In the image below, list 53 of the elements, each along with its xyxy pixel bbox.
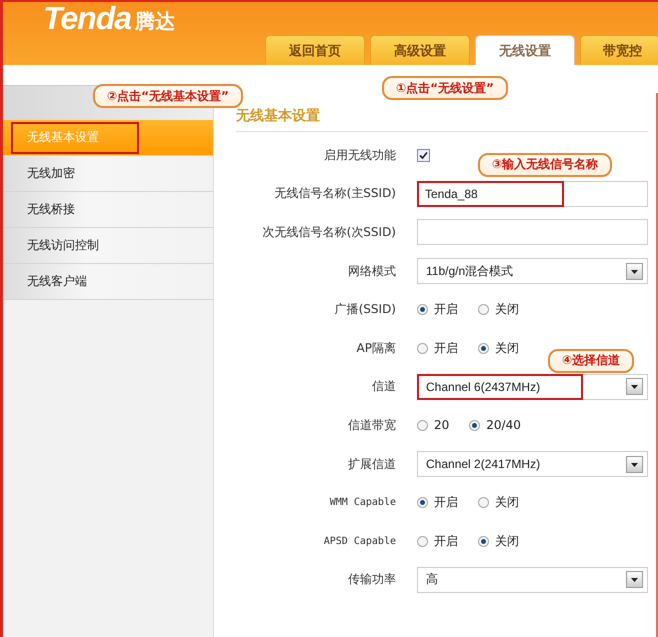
radio-label: 开启 [434,494,458,512]
field-label: 启用无线功能 [323,146,396,164]
radio-option[interactable]: 开启 [417,532,458,550]
radio-label: 20/40 [486,418,521,432]
text-field[interactable]: Tenda_88 [417,180,648,207]
field-label: 传输功率 [347,571,396,588]
radio-label: 开启 [434,301,458,318]
sidebar-item[interactable]: 无线客户端 [3,264,213,300]
radio-option[interactable]: 关闭 [478,301,519,318]
sidebar-item[interactable]: 无线桥接 [3,192,213,228]
brand-name: 腾达 [135,8,176,35]
field-label: 扩展信道 [347,456,396,473]
radio-option[interactable]: 开启 [417,340,458,357]
text-field[interactable] [417,219,648,246]
sidebar-item[interactable]: 无线访问控制 [3,228,213,264]
radio-label: 关闭 [495,494,519,512]
radio-label: 开启 [434,340,458,357]
dropdown[interactable]: Channel 2(2417MHz) [417,451,648,478]
radio-option[interactable]: 20/40 [469,418,521,432]
section-title: 无线基本设置 [236,93,648,132]
field-label: WMM Capable [328,497,396,508]
brand-logo: Tenda [43,0,132,37]
radio-label: 20 [434,418,450,432]
field-label: 信道 [371,378,396,396]
sidebar-item[interactable]: 无线加密 [3,156,213,192]
radio-option[interactable]: 关闭 [478,340,519,357]
radio-option[interactable]: 关闭 [478,532,519,550]
callout-note: ②点击“无线基本设置” [93,84,243,108]
radio-label: 关闭 [495,340,519,357]
field-label: 无线信号名称(主SSID) [274,185,396,202]
radio-label: 关闭 [495,301,519,318]
field-label: 网络模式 [347,262,396,280]
dropdown[interactable]: Channel 6(2437MHz) [417,374,648,400]
radio-label: 开启 [434,532,458,550]
callout-note: ④选择信道 [548,348,634,373]
field-label: 次无线信号名称(次SSID) [262,224,396,241]
field-label: 信道带宽 [347,416,396,434]
radio-option[interactable]: 开启 [417,301,458,318]
radio-option[interactable]: 开启 [417,494,458,512]
field-label: 广播(SSID) [334,301,396,318]
radio-option[interactable]: 20 [417,418,450,432]
nav-tab[interactable]: 高级设置 [370,35,470,65]
field-label: AP隔离 [356,340,396,357]
checkbox[interactable] [417,148,430,162]
nav-tab[interactable]: 返回首页 [265,35,365,65]
nav-tab[interactable]: 带宽控 [580,35,658,65]
field-label: APSD Capable [322,536,396,547]
dropdown[interactable]: 高 [417,566,648,593]
callout-note: ③输入无线信号名称 [478,152,612,177]
radio-option[interactable]: 关闭 [478,494,519,512]
callout-note: ①点击“无线设置” [382,76,508,100]
dropdown[interactable]: 11b/g/n混合模式 [417,258,648,284]
radio-label: 关闭 [495,532,519,550]
